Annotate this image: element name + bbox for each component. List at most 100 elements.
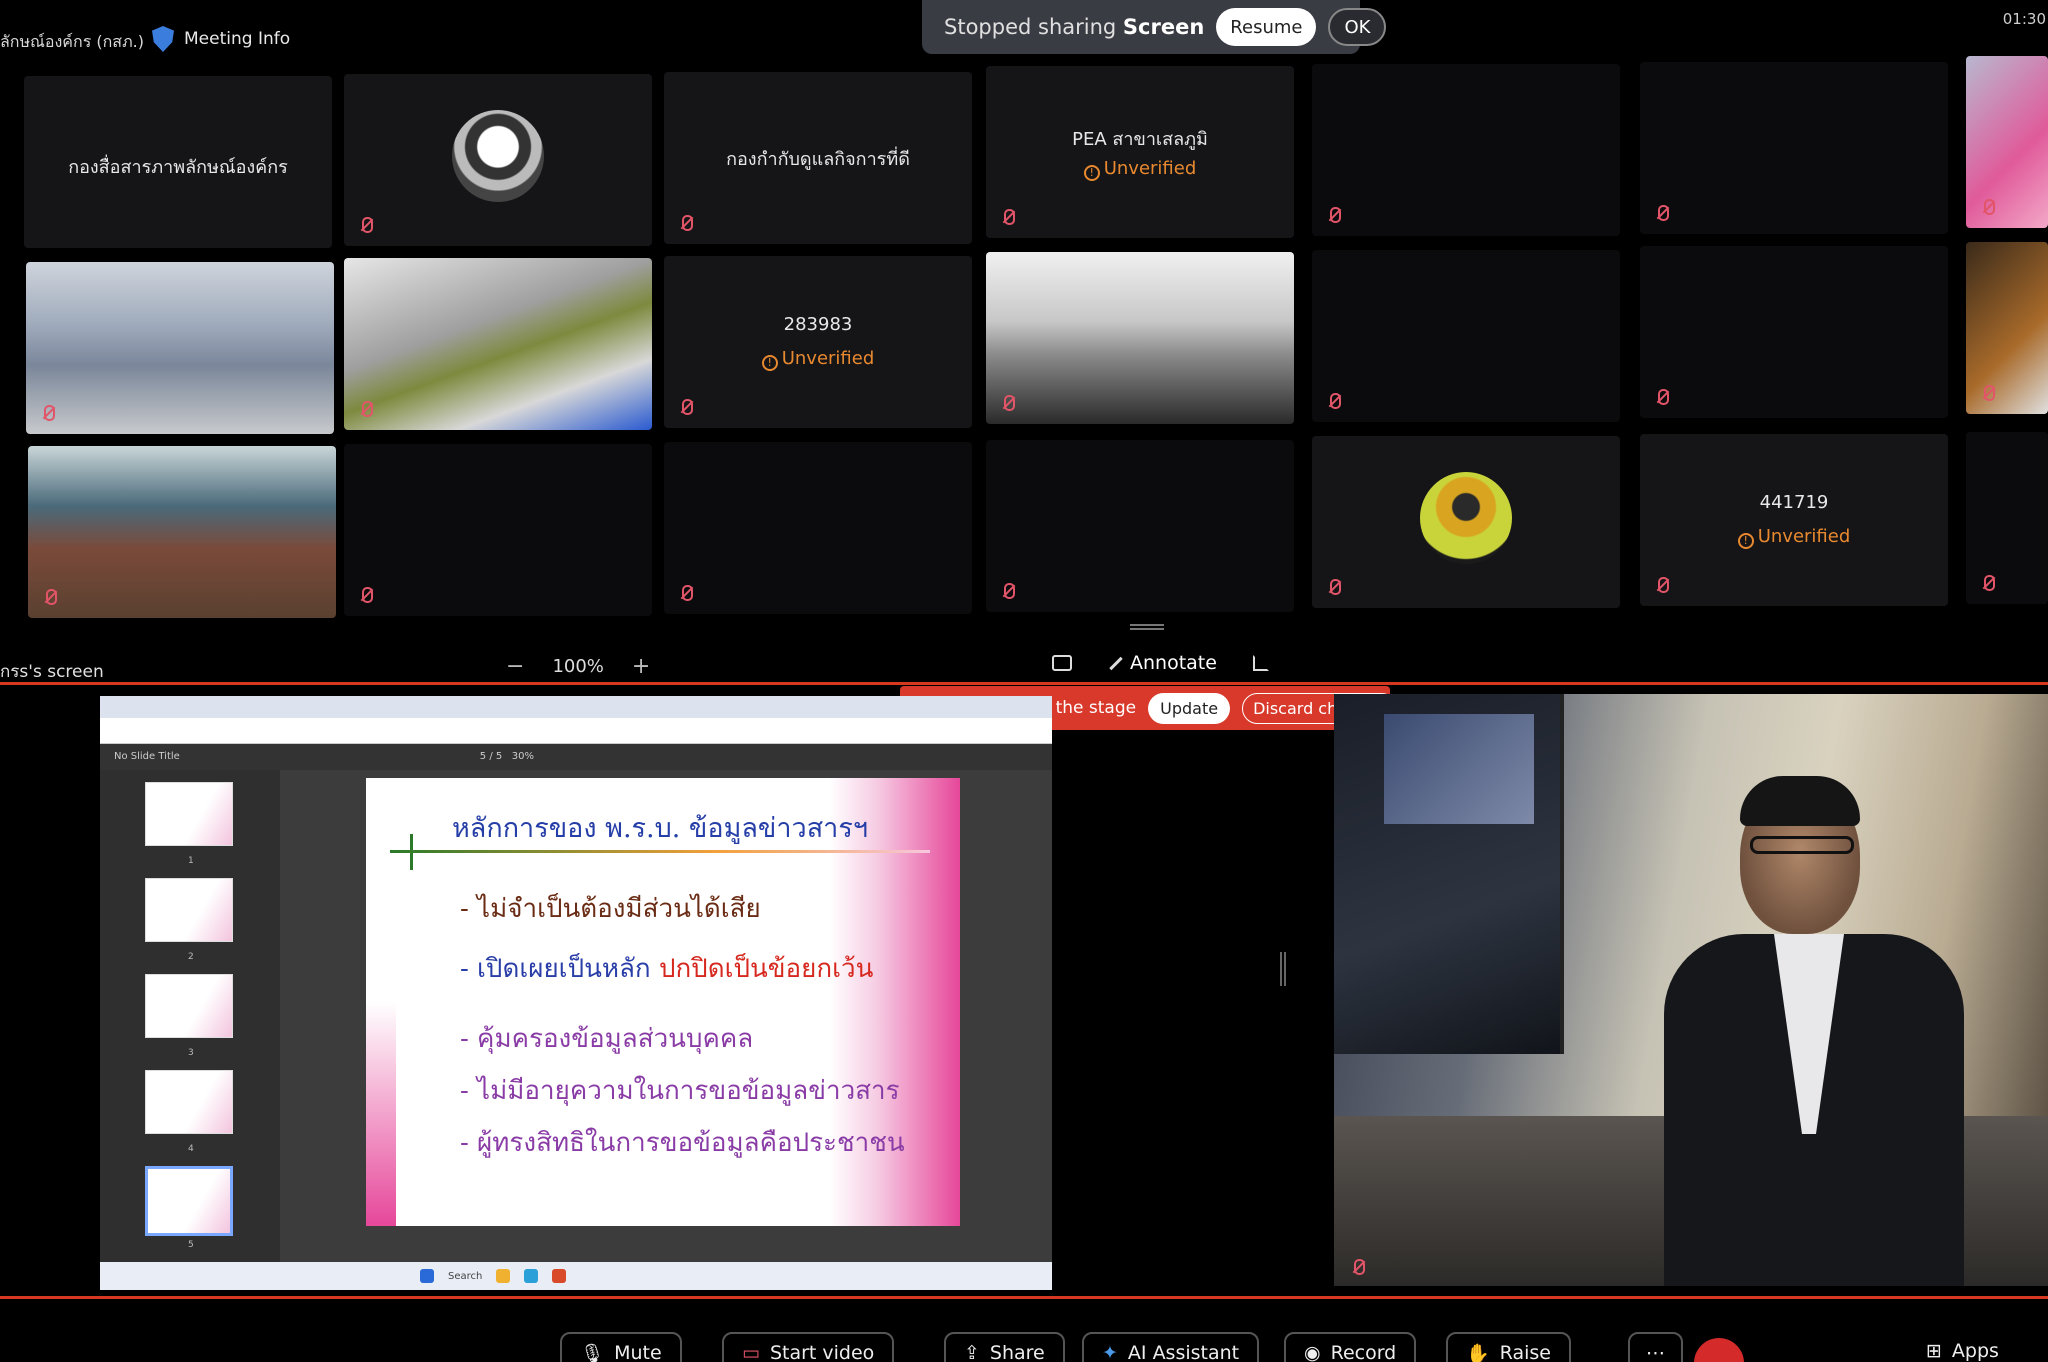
participant-tile[interactable]: กองสื่อสารภาพลักษณ์องค์กร (24, 76, 332, 248)
mic-muted-icon (1326, 206, 1346, 228)
mic-muted-icon (678, 398, 698, 420)
participant-tile[interactable] (986, 440, 1294, 612)
unverified-badge: ! Unverified (664, 348, 972, 371)
raise-hand-button[interactable]: ✋ Raise (1446, 1332, 1571, 1362)
slide-thumbnail[interactable] (145, 782, 233, 846)
slide-bullet: - ไม่มีอายุความในการขอข้อมูลข่าวสาร (460, 1076, 900, 1106)
apps-button[interactable]: ⊞ Apps (1908, 1332, 2017, 1362)
mute-button[interactable]: 🎙 Mute (560, 1332, 682, 1362)
participant-tile[interactable] (664, 442, 972, 614)
mic-muted-icon (1000, 394, 1020, 416)
resume-button[interactable]: Resume (1216, 8, 1317, 46)
unverified-badge: ! Unverified (1640, 526, 1948, 549)
mic-muted-icon (1654, 576, 1674, 598)
screen-options-icon[interactable] (1052, 655, 1072, 671)
more-icon: ⋯ (1646, 1342, 1665, 1362)
participant-tile[interactable] (28, 446, 336, 618)
meeting-title: ลักษณ์องค์กร (กสภ.) (0, 32, 144, 51)
annotate-button[interactable]: Annotate (1108, 652, 1217, 674)
slide-thumbnail[interactable] (145, 1070, 233, 1134)
apps-icon: ⊞ (1926, 1340, 1942, 1362)
ok-button[interactable]: OK (1328, 8, 1387, 46)
slide-thumbnail-selected[interactable] (145, 1166, 233, 1236)
mic-muted-icon (678, 214, 698, 236)
mic-muted-icon (1000, 208, 1020, 230)
ai-assistant-button[interactable]: ✦ AI Assistant (1082, 1332, 1260, 1362)
share-button[interactable]: ⇪ Share (944, 1332, 1065, 1362)
chrome-icon[interactable] (552, 1269, 567, 1283)
mic-muted-icon (1654, 204, 1674, 226)
participant-tile[interactable] (1640, 62, 1948, 234)
slide-bullet: - คุ้มครองข้อมูลส่วนบุคคล (460, 1024, 754, 1054)
pdf-page-indicator: 5 / 5 30% (479, 751, 535, 762)
pdf-viewer: 1 2 3 4 5 หลักการของ พ.ร.บ. ข้อมูลข่าวสา… (100, 770, 1052, 1262)
start-video-button[interactable]: ▭ Start video (722, 1332, 895, 1362)
mic-muted-icon (678, 584, 698, 606)
participant-tile[interactable]: กองกำกับดูแลกิจการที่ดี (664, 72, 972, 244)
windows-taskbar: Search (100, 1262, 1052, 1290)
file-explorer-icon[interactable] (496, 1269, 511, 1283)
fullscreen-icon[interactable] (1252, 655, 1269, 671)
end-call-button[interactable] (1694, 1338, 1744, 1362)
stage-divider-handle[interactable] (1280, 952, 1286, 986)
participant-tile[interactable] (1640, 246, 1948, 418)
presenter-figure (1664, 774, 1964, 1286)
update-button[interactable]: Update (1148, 692, 1231, 724)
slide-page: หลักการของ พ.ร.บ. ข้อมูลข่าวสารฯ - ไม่จำ… (366, 778, 960, 1226)
participant-tile[interactable] (1312, 250, 1620, 422)
participant-avatar (452, 110, 544, 202)
video-off-icon: ▭ (742, 1342, 760, 1362)
slide-thumbnail[interactable] (145, 974, 233, 1038)
thumbnail-number: 4 (188, 1144, 194, 1154)
thumbnail-number: 1 (188, 856, 194, 866)
participant-tile[interactable] (1312, 436, 1620, 608)
thumbnail-number: 5 (188, 1240, 194, 1250)
share-status-prefix: Stopped sharing (944, 15, 1117, 39)
participant-tile[interactable] (344, 74, 652, 246)
participant-tile[interactable] (1312, 64, 1620, 236)
stage-tools: Annotate (1052, 652, 1269, 674)
participant-tile[interactable] (1966, 432, 2048, 604)
participant-name: 441719 (1759, 492, 1829, 513)
more-options-button[interactable]: ⋯ (1628, 1332, 1683, 1362)
warning-icon: ! (761, 355, 778, 371)
warning-icon: ! (1083, 165, 1100, 181)
pdf-toolbar: No Slide Title 5 / 5 30% (100, 744, 1052, 770)
resize-handle[interactable] (1130, 624, 1164, 630)
zoom-in-button[interactable]: + (632, 654, 650, 679)
zoom-level: 100% (552, 656, 604, 677)
microphone-icon: 🎙 (580, 1343, 605, 1362)
participant-tile[interactable] (344, 258, 652, 430)
meeting-info-label: Meeting Info (184, 29, 291, 49)
shared-screen[interactable]: No Slide Title 5 / 5 30% 1 2 3 4 5 หลักก… (100, 696, 1052, 1290)
presenter-video[interactable] (1334, 694, 2048, 1286)
mic-muted-icon (1000, 582, 1020, 604)
taskbar-search[interactable]: Search (448, 1271, 482, 1282)
zoom-out-button[interactable]: − (506, 654, 524, 679)
share-status-object: Screen (1122, 15, 1205, 39)
mic-muted-icon (1980, 384, 2000, 406)
participant-tile[interactable]: 441719 ! Unverified (1640, 434, 1948, 606)
slide-title: หลักการของ พ.ร.บ. ข้อมูลข่าวสารฯ (452, 813, 869, 844)
mic-muted-icon (358, 586, 378, 608)
mic-muted-icon (1654, 388, 1674, 410)
participant-tile[interactable] (1966, 242, 2048, 414)
participant-tile[interactable] (26, 262, 334, 434)
unverified-badge: ! Unverified (986, 158, 1294, 181)
pdf-title: No Slide Title (114, 751, 180, 762)
participant-tile[interactable] (344, 444, 652, 616)
meeting-toolbar: 🎙 Mute ▭ Start video ⇪ Share ✦ AI Assistant … (0, 1320, 2048, 1362)
participant-tile[interactable]: PEA สาขาเสลภูมิ ! Unverified (986, 66, 1294, 238)
mic-muted-icon (42, 588, 62, 610)
record-button[interactable]: ◉ Record (1284, 1332, 1417, 1362)
windows-start-icon[interactable] (420, 1269, 434, 1283)
participant-tile[interactable] (1966, 56, 2048, 228)
hand-icon: ✋ (1466, 1343, 1490, 1362)
participant-tile[interactable] (986, 252, 1294, 424)
edge-icon[interactable] (524, 1269, 539, 1283)
mic-muted-icon (1326, 392, 1346, 414)
slide-thumbnail[interactable] (145, 878, 233, 942)
meeting-info-button[interactable]: Meeting Info (152, 26, 290, 52)
participant-tile[interactable]: 283983 ! Unverified (664, 256, 972, 428)
share-status-bar: Stopped sharing Screen Resume OK (922, 0, 1387, 54)
